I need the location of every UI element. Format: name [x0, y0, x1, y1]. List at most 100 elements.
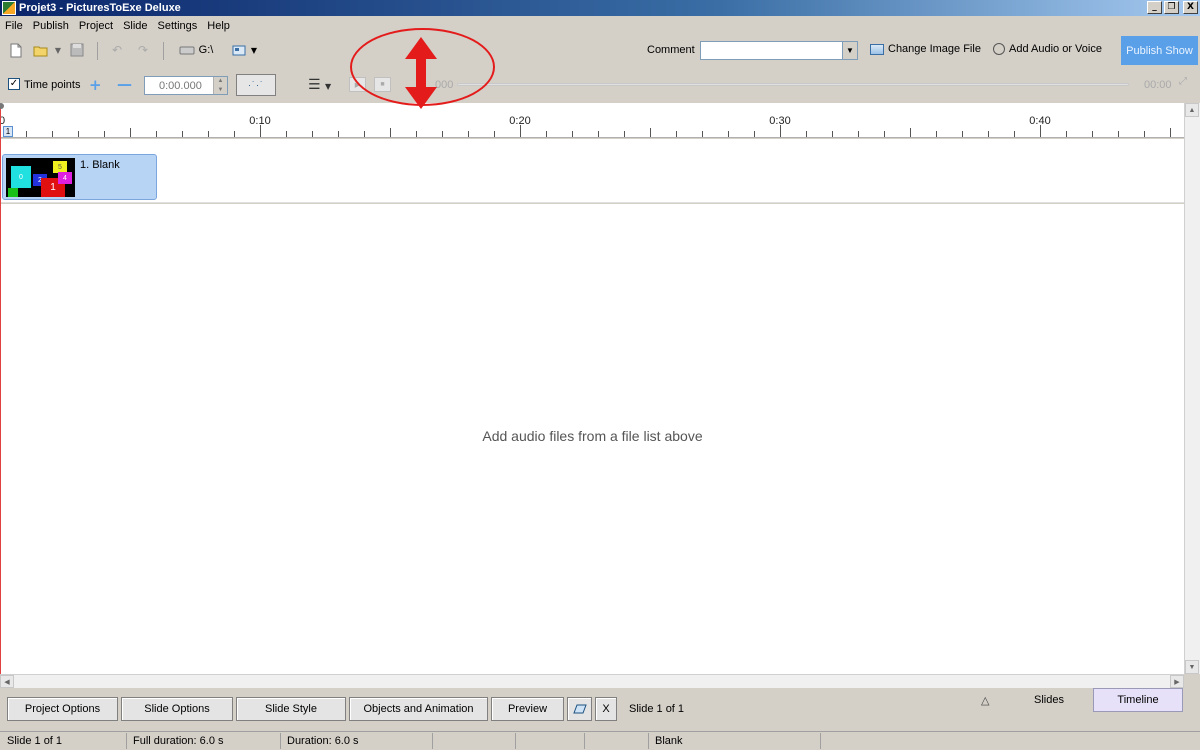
menu-help[interactable]: Help: [202, 20, 235, 32]
seek-bar[interactable]: [457, 83, 1129, 86]
thumb-block: 4: [58, 172, 72, 184]
tab-slides[interactable]: Slides: [1004, 688, 1094, 712]
ruler-tick: [936, 131, 937, 137]
view-mode-icon[interactable]: [231, 42, 247, 58]
timeline-ruler[interactable]: 0 0:10 0:20 0:30 0:40 1: [0, 103, 1184, 138]
menu-slide[interactable]: Slide: [118, 20, 152, 32]
comment-label: Comment: [647, 44, 695, 56]
spin-up-icon[interactable]: ▲: [218, 78, 224, 84]
ruler-tick: [1118, 131, 1119, 137]
ruler-tick: [390, 128, 391, 137]
ruler-tick: [312, 131, 313, 137]
annotation-double-arrow-icon: [405, 37, 437, 109]
drive-label[interactable]: G:\: [196, 42, 216, 58]
vertical-scrollbar[interactable]: ▲ ▼: [1184, 103, 1200, 674]
ruler-tick: [338, 131, 339, 137]
preview-button[interactable]: Preview: [491, 697, 564, 721]
slide-thumbnail: 0 2 1 5 4: [6, 158, 75, 197]
ruler-tick: [962, 131, 963, 137]
save-icon[interactable]: [69, 42, 85, 58]
slide-style-button[interactable]: Slide Style: [236, 697, 346, 721]
ruler-tick: [104, 131, 105, 137]
close-button[interactable]: X: [1183, 1, 1198, 14]
ruler-tick: [182, 131, 183, 137]
ruler-tick: [468, 131, 469, 137]
tab-timeline[interactable]: Timeline: [1093, 688, 1183, 712]
open-folder-icon[interactable]: [33, 42, 49, 58]
app-icon: [2, 1, 16, 15]
ruler-tick: [754, 131, 755, 137]
minimize-button[interactable]: _: [1147, 1, 1162, 14]
ruler-tick: [286, 131, 287, 137]
scroll-down-icon[interactable]: ▼: [1185, 660, 1199, 674]
ruler-tick: [1040, 125, 1041, 137]
window-title: Projet3 - PicturesToExe Deluxe: [19, 2, 181, 14]
ruler-tick: [156, 131, 157, 137]
menu-list-icon[interactable]: ☰ ▼: [308, 77, 331, 93]
add-audio-button[interactable]: Add Audio or Voice: [993, 43, 1102, 55]
drive-icon[interactable]: [178, 42, 196, 58]
menu-project[interactable]: Project: [74, 20, 118, 32]
status-slide: Slide 1 of 1: [7, 735, 63, 747]
status-separator: [584, 733, 585, 749]
smooth-curve-toggle[interactable]: ·˙·˙: [236, 74, 276, 96]
ruler-tick: [1144, 131, 1145, 137]
time-points-checkbox[interactable]: ✓: [8, 78, 20, 90]
slide-card[interactable]: 0 2 1 5 4 1. Blank: [2, 154, 157, 200]
toolbar-separator: [97, 42, 98, 60]
redo-icon[interactable]: ↷: [136, 42, 150, 58]
ruler-tick: [234, 131, 235, 137]
image-icon: [870, 43, 884, 55]
time-spinner[interactable]: ▲ ▼: [213, 77, 227, 94]
slide-marker[interactable]: 1: [3, 126, 13, 137]
audio-icon: [993, 43, 1005, 55]
comment-select[interactable]: ▼: [700, 41, 858, 60]
ruler-tick: [78, 131, 79, 137]
menu-bar: File Publish Project Slide Settings Help: [0, 17, 1200, 35]
ruler-tick: [260, 125, 261, 137]
new-project-icon[interactable]: [9, 42, 23, 58]
collapse-icon[interactable]: △: [981, 694, 989, 707]
title-bar: Projet3 - PicturesToExe Deluxe _ ❐ X: [0, 0, 1200, 16]
ruler-tick: [416, 131, 417, 137]
audio-hint: Add audio files from a file list above: [482, 428, 703, 444]
change-image-label: Change Image File: [888, 43, 981, 55]
ruler-tick: [988, 131, 989, 137]
publish-show-button[interactable]: Publish Show: [1121, 36, 1198, 65]
add-time-point-icon[interactable]: +: [89, 76, 102, 94]
x-button[interactable]: X: [595, 697, 617, 721]
horizontal-scrollbar[interactable]: ◀ ▶: [0, 674, 1184, 688]
remove-time-point-icon[interactable]: —: [117, 75, 132, 93]
ruler-tick: [208, 131, 209, 137]
project-options-button[interactable]: Project Options: [7, 697, 118, 721]
toolbar-separator: [163, 42, 164, 60]
open-recent-dropdown-icon[interactable]: ▼: [53, 42, 63, 58]
slide-counter: Slide 1 of 1: [629, 703, 685, 715]
menu-publish[interactable]: Publish: [28, 20, 74, 32]
thumb-block: [8, 188, 18, 197]
change-image-file-button[interactable]: Change Image File: [870, 43, 981, 55]
fullscreen-icon[interactable]: ⤢: [1179, 76, 1187, 87]
restore-button[interactable]: ❐: [1164, 1, 1179, 14]
ruler-tick: [624, 131, 625, 137]
view-mode-dropdown-icon[interactable]: ▼: [249, 42, 259, 58]
slide-name: 1. Blank: [80, 159, 120, 171]
scroll-right-icon[interactable]: ▶: [1170, 675, 1184, 688]
audio-track-area[interactable]: Add audio files from a file list above: [1, 204, 1184, 674]
time-point-input[interactable]: 0:00.000 ▲ ▼: [144, 76, 228, 95]
spin-down-icon[interactable]: ▼: [218, 87, 224, 93]
eraser-button[interactable]: [567, 697, 592, 721]
undo-icon[interactable]: ↶: [110, 42, 124, 58]
scroll-up-icon[interactable]: ▲: [1185, 103, 1199, 117]
ruler-tick: [442, 131, 443, 137]
time-point-value: 0:00.000: [159, 79, 202, 92]
scroll-left-icon[interactable]: ◀: [0, 675, 14, 688]
ruler-tick: [1066, 131, 1067, 137]
menu-file[interactable]: File: [0, 20, 28, 32]
chevron-down-icon[interactable]: ▼: [842, 42, 857, 59]
ruler-tick: [910, 128, 911, 137]
objects-animation-button[interactable]: Objects and Animation: [349, 697, 488, 721]
slide-options-button[interactable]: Slide Options: [121, 697, 233, 721]
menu-settings[interactable]: Settings: [153, 20, 203, 32]
ruler-tick: [1014, 131, 1015, 137]
